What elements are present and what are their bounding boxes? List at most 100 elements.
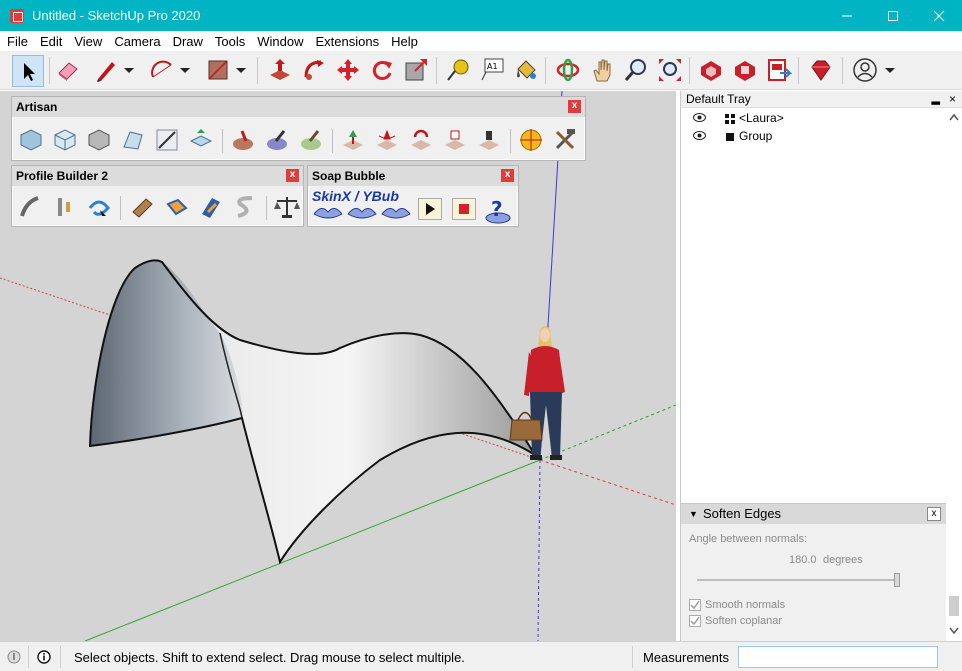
smooth-normals-row[interactable]: Smooth normals <box>689 599 785 611</box>
visibility-eye-icon[interactable] <box>693 131 706 140</box>
pb-modify-button[interactable] <box>130 194 156 220</box>
zoom-extents-button[interactable] <box>657 57 683 83</box>
menu-file[interactable]: File <box>0 34 34 49</box>
artisan-smooth-button[interactable] <box>52 127 78 153</box>
tray-close-button[interactable]: × <box>949 91 956 108</box>
outliner-row-group[interactable]: Group <box>681 128 946 146</box>
soap-bubble-tool-2[interactable] <box>346 202 378 222</box>
ruby-console-button[interactable] <box>808 57 834 83</box>
measurements-input[interactable] <box>738 646 938 668</box>
artisan-settings-button[interactable] <box>518 127 544 153</box>
toolbar-separator <box>510 129 511 153</box>
eraser-tool-button[interactable] <box>55 57 81 83</box>
artisan-sculpt-button[interactable] <box>230 127 256 153</box>
pb-explode-button[interactable] <box>198 194 224 220</box>
menu-draw[interactable]: Draw <box>167 34 209 49</box>
info-icon[interactable] <box>37 650 51 664</box>
profile-builder-title[interactable]: Profile Builder 2 x <box>12 166 303 186</box>
rotate-tool-button[interactable] <box>369 57 395 83</box>
close-button[interactable] <box>916 0 962 31</box>
scale-tool-button[interactable] <box>403 57 429 83</box>
artisan-close-button[interactable]: x <box>568 100 581 113</box>
account-dropdown[interactable] <box>882 57 898 83</box>
artisan-crease-button[interactable] <box>86 127 112 153</box>
account-button[interactable] <box>852 57 878 83</box>
menu-window[interactable]: Window <box>251 34 309 49</box>
line-tool-button[interactable] <box>93 57 119 83</box>
soap-bubble-tool-1[interactable] <box>312 202 344 222</box>
artisan-rotate-vertex-button[interactable] <box>408 127 434 153</box>
profile-builder-close-button[interactable]: x <box>286 169 299 182</box>
menu-camera[interactable]: Camera <box>108 34 166 49</box>
arc-tool-button[interactable] <box>149 57 175 83</box>
menu-view[interactable]: View <box>68 34 108 49</box>
text-tool-button[interactable]: A1 <box>479 57 505 83</box>
pan-tool-button[interactable] <box>589 57 615 83</box>
pb-path-button[interactable] <box>232 194 258 220</box>
soften-edges-close-button[interactable]: x <box>927 507 941 521</box>
soften-coplanar-row[interactable]: Soften coplanar <box>689 615 782 627</box>
layout-button[interactable] <box>766 57 793 83</box>
pb-assembly-button[interactable] <box>52 194 78 220</box>
scroll-down-icon[interactable] <box>946 622 962 638</box>
soap-bubble-tool-3[interactable] <box>380 202 412 222</box>
pb-profile-button[interactable] <box>18 194 44 220</box>
scroll-up-icon[interactable] <box>946 110 962 126</box>
orbit-tool-button[interactable] <box>555 57 581 83</box>
artisan-knife-button[interactable] <box>120 127 146 153</box>
angle-slider-track[interactable] <box>697 573 900 587</box>
follow-me-button[interactable] <box>301 57 327 83</box>
rectangle-dropdown[interactable] <box>233 57 249 83</box>
rectangle-tool-button[interactable] <box>205 57 231 83</box>
artisan-soft-select-button[interactable] <box>442 127 468 153</box>
pin-icon[interactable]: ▂ <box>932 91 940 108</box>
artisan-flatten-button[interactable] <box>298 127 324 153</box>
collapse-triangle-icon[interactable]: ▼ <box>689 504 698 524</box>
pb-build-button[interactable] <box>86 194 112 220</box>
angle-slider-thumb[interactable] <box>894 573 900 587</box>
soften-coplanar-checkbox[interactable] <box>689 615 701 627</box>
minimize-button[interactable] <box>824 0 870 31</box>
menu-help[interactable]: Help <box>385 34 424 49</box>
artisan-stamp-button[interactable] <box>476 127 502 153</box>
menu-tools[interactable]: Tools <box>209 34 251 49</box>
pb-edit-button[interactable] <box>164 194 190 220</box>
smooth-normals-checkbox[interactable] <box>689 599 701 611</box>
menu-extensions[interactable]: Extensions <box>310 34 386 49</box>
tape-measure-button[interactable] <box>445 57 471 83</box>
artisan-scale-vertex-button[interactable] <box>374 127 400 153</box>
soap-bubble-help-button[interactable]: ? <box>484 196 512 224</box>
soap-bubble-play-button[interactable] <box>418 198 442 220</box>
artisan-tools-button[interactable] <box>552 127 578 153</box>
outliner-row-laura[interactable]: <Laura> <box>681 110 946 128</box>
scroll-thumb[interactable] <box>949 596 959 616</box>
menu-edit[interactable]: Edit <box>34 34 68 49</box>
artisan-pinch-button[interactable] <box>264 127 290 153</box>
3d-warehouse-button[interactable] <box>698 57 724 83</box>
paint-bucket-button[interactable] <box>513 57 539 83</box>
toolbar-separator <box>222 129 223 153</box>
soften-edges-header[interactable]: ▼ Soften Edges x <box>681 504 946 524</box>
select-tool-button[interactable] <box>12 55 44 87</box>
pb-quantity-button[interactable] <box>274 194 300 220</box>
soap-bubble-stop-button[interactable] <box>452 198 476 220</box>
artisan-subdivide-button[interactable] <box>18 127 44 153</box>
arc-dropdown[interactable] <box>177 57 193 83</box>
maximize-button[interactable] <box>870 0 916 31</box>
model-viewport[interactable]: Artisan x Profile Builder 2 x Soap Bubbl… <box>0 91 676 641</box>
artisan-select-button[interactable] <box>154 127 180 153</box>
artisan-extrude-button[interactable] <box>188 127 214 153</box>
soap-bubble-close-button[interactable]: x <box>501 169 514 182</box>
zoom-tool-button[interactable] <box>623 57 649 83</box>
soap-bubble-title[interactable]: Soap Bubble x <box>308 166 518 186</box>
artisan-toolbar-title[interactable]: Artisan x <box>12 97 585 117</box>
move-tool-button[interactable] <box>335 57 361 83</box>
geo-location-icon[interactable] <box>7 650 21 664</box>
visibility-eye-icon[interactable] <box>693 113 706 122</box>
push-pull-button[interactable] <box>267 57 293 83</box>
tray-scrollbar[interactable] <box>946 108 962 641</box>
text-icon: A1 <box>481 58 504 81</box>
artisan-move-vertex-button[interactable] <box>340 127 366 153</box>
line-dropdown[interactable] <box>121 57 137 83</box>
extension-warehouse-button[interactable] <box>732 57 758 83</box>
